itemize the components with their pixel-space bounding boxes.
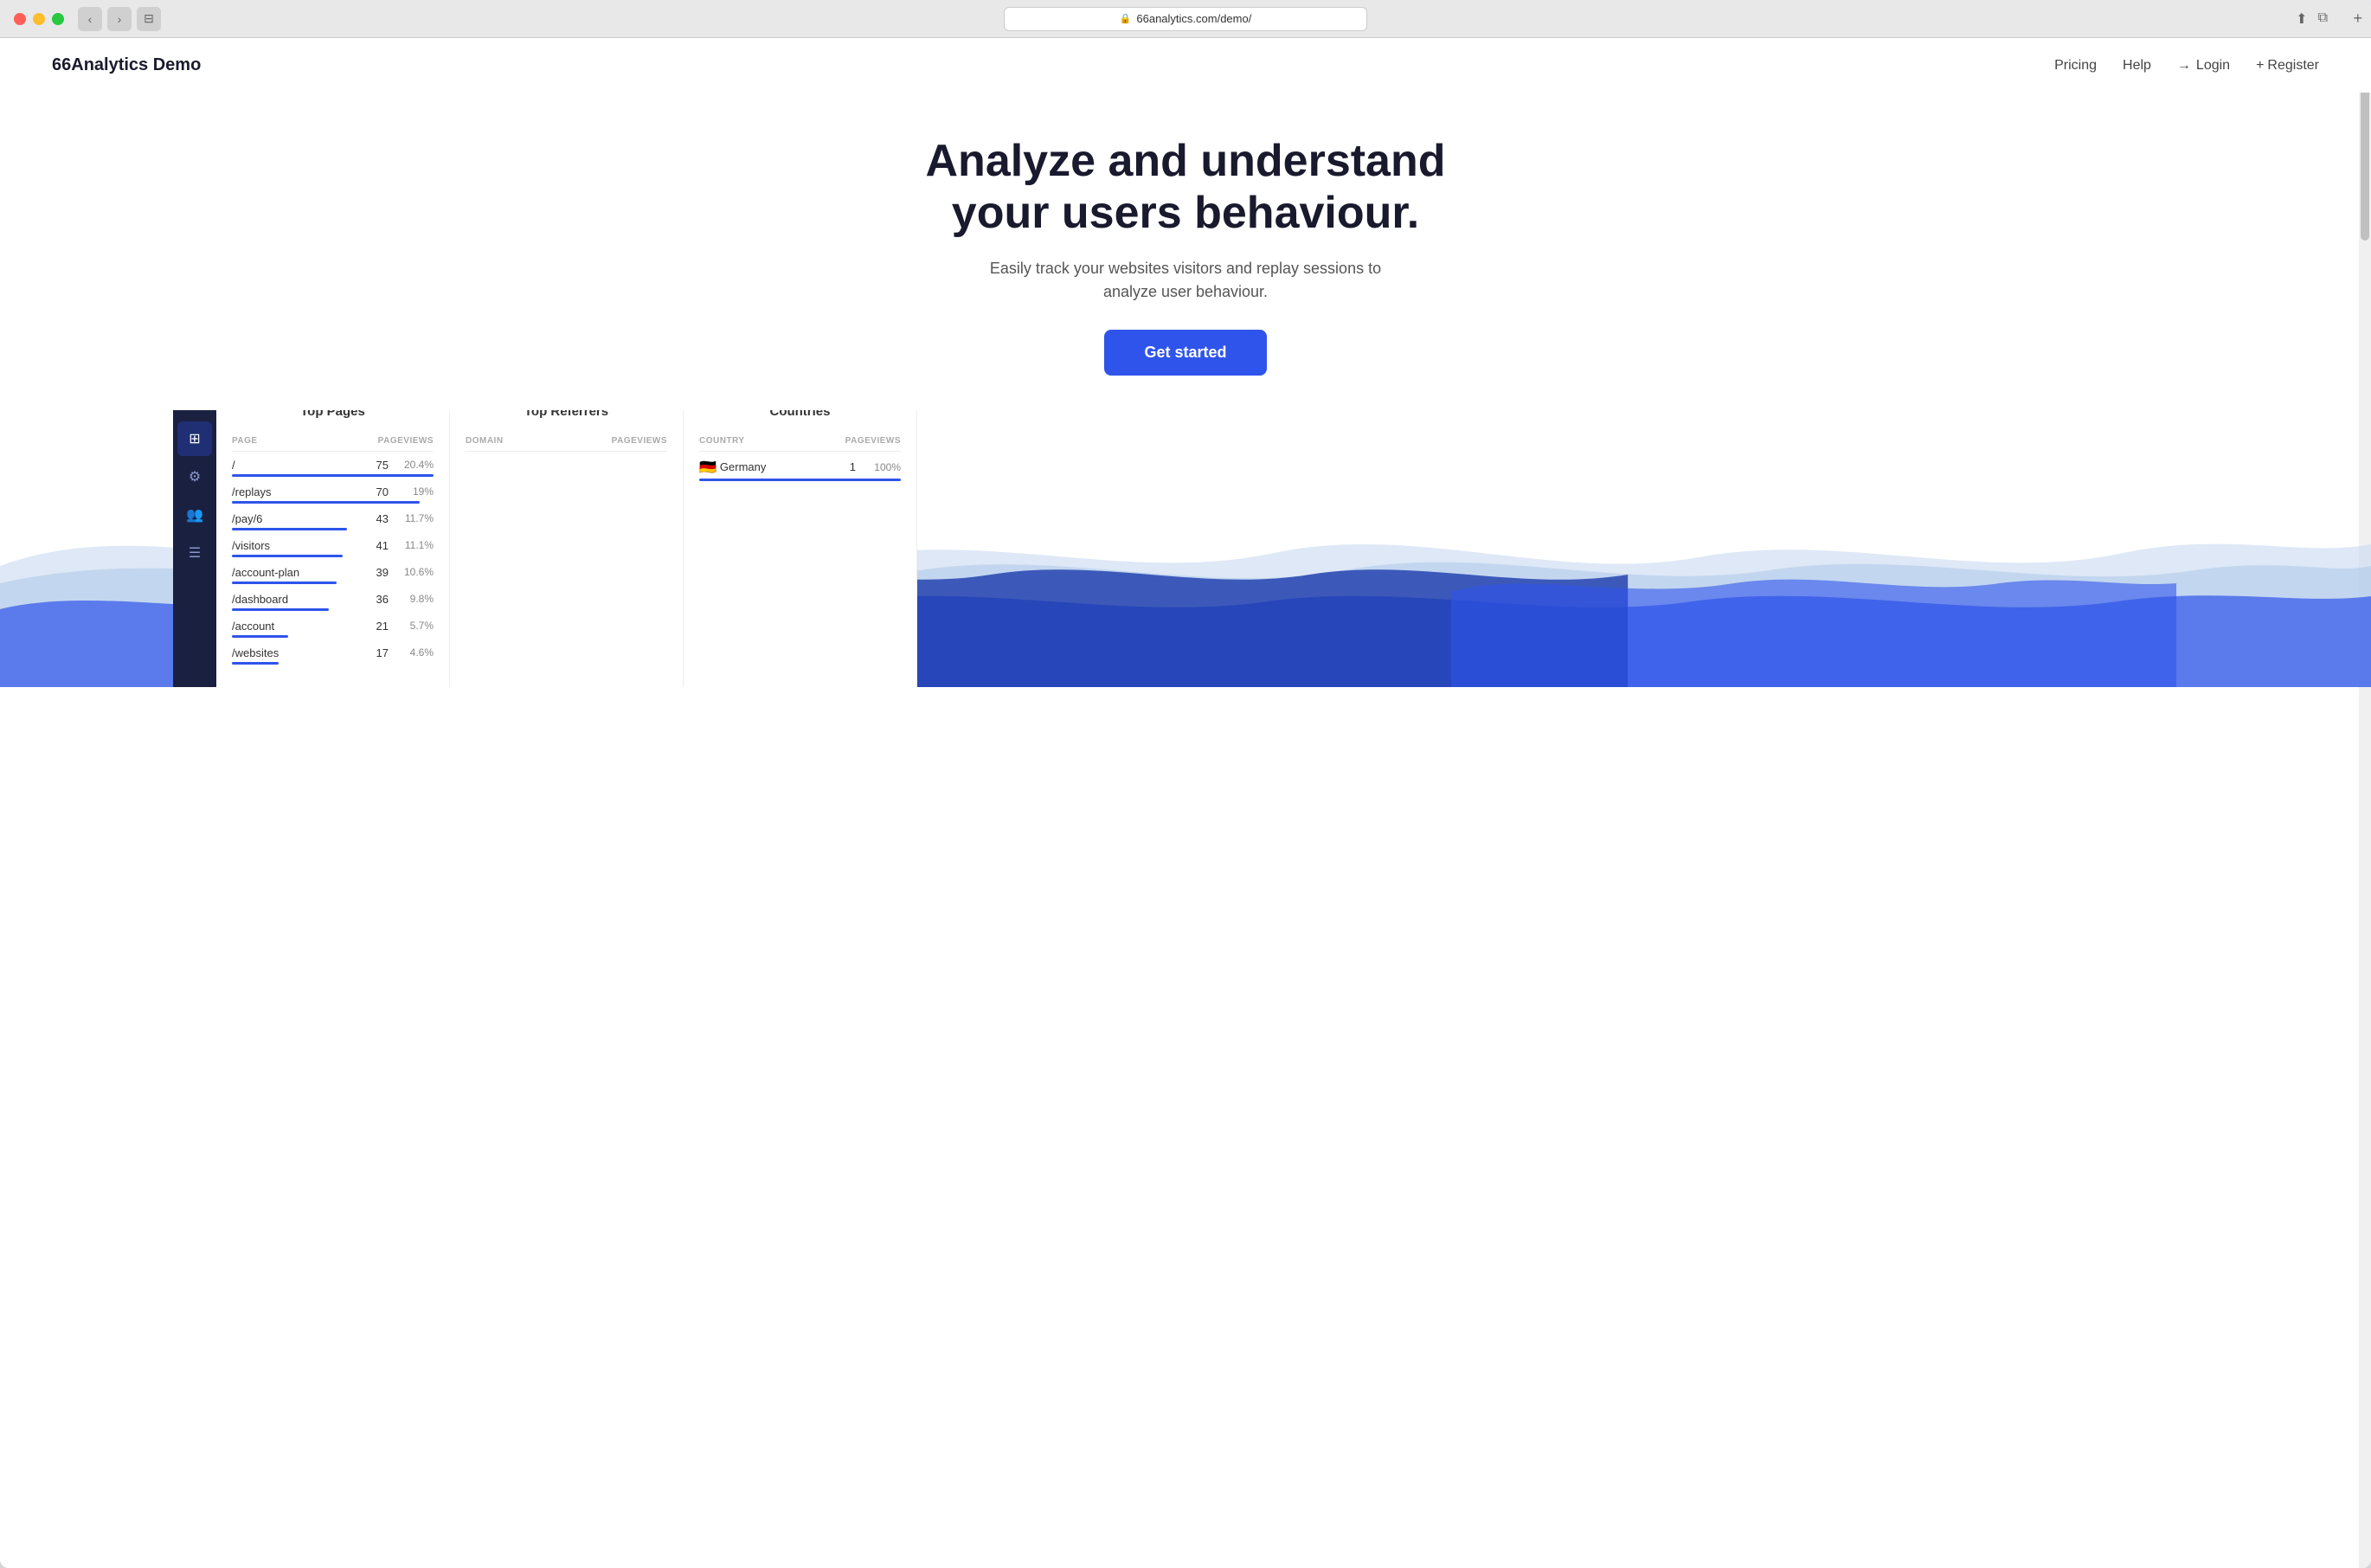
countries-title: Countries [769,410,830,419]
table-row: /dashboard369.8% [232,593,434,611]
nav-login[interactable]: → Login [2177,58,2230,74]
nav-register[interactable]: + Register [2256,58,2319,74]
nav-help[interactable]: Help [2123,58,2151,74]
sidebar-icon-grid[interactable]: ⊞ [177,421,212,456]
nav-pricing[interactable]: Pricing [2054,58,2097,74]
top-referrers-header: ↗ Top Referrers [466,410,667,419]
new-tab-button[interactable]: + [2353,10,2362,28]
url-text: 66analytics.com/demo/ [1136,12,1251,25]
site-header: 66Analytics Demo Pricing Help → Login + … [0,38,2371,93]
flag-icon: 🇩🇪 [699,459,716,476]
top-referrers-title: Top Referrers [524,410,608,419]
forward-button[interactable]: › [107,7,132,31]
col-pageviews-label: PAGEVIEWS [378,436,434,446]
mac-window: ‹ › ⊟ 🔒 66analytics.com/demo/ ⬆ ⧉ + 66An… [0,0,2371,1568]
register-label: Register [2267,58,2319,74]
sidebar-icon-settings[interactable]: ⚙ [177,459,212,494]
country-name: Germany [720,460,766,473]
table-row: /7520.4% [232,459,434,477]
tabs-button[interactable]: ⧉ [2318,10,2328,28]
share-button[interactable]: ⬆ [2296,10,2307,28]
minimize-button[interactable] [33,13,45,25]
hero-title: Analyze and understand your users behavi… [883,136,1488,240]
get-started-button[interactable]: Get started [1104,330,1266,376]
countries-header: 🌐 Countries [699,410,901,419]
close-button[interactable] [14,13,26,25]
col-country-label: COUNTRY [699,436,745,446]
dashboard-preview: 6 ⊞ ⚙ 👥 ☰ 📄 Top Pages PAGE PAGEVIEWS [173,410,917,687]
login-icon: → [2177,58,2191,74]
table-row: /visitors4111.1% [232,539,434,557]
site-nav: Pricing Help → Login + Register [2054,58,2319,74]
top-referrers-table-header: DOMAIN PAGEVIEWS [466,431,667,452]
site-logo[interactable]: 66Analytics Demo [52,55,201,75]
sidebar-icon-list[interactable]: ☰ [177,536,212,570]
top-pages-header: 📄 Top Pages [232,410,434,419]
nav-buttons: ‹ › ⊟ [78,7,161,31]
browser-action-buttons: ⬆ ⧉ [2296,10,2328,28]
window-controls [14,13,64,25]
back-button[interactable]: ‹ [78,7,102,31]
col-country-pageviews-label: PAGEVIEWS [845,436,901,446]
col-domain-label: DOMAIN [466,436,504,446]
hero-subtitle: Easily track your websites visitors and … [969,257,1402,304]
table-row: /pay/64311.7% [232,512,434,530]
table-row: /account215.7% [232,620,434,638]
top-pages-table-header: PAGE PAGEVIEWS [232,431,434,452]
sidebar-toggle-button[interactable]: ⊟ [137,7,161,31]
login-label: Login [2196,58,2230,74]
countries-panel: 🌐 Countries COUNTRY PAGEVIEWS 🇩🇪 Germany [684,410,917,687]
table-row: /websites174.6% [232,646,434,665]
top-referrers-panel: ↗ Top Referrers DOMAIN PAGEVIEWS [450,410,684,687]
lock-icon: 🔒 [1120,13,1132,24]
table-row: /replays7019% [232,485,434,504]
col-referrer-pageviews-label: PAGEVIEWS [612,436,667,446]
countries-table-header: COUNTRY PAGEVIEWS [699,431,901,452]
register-plus-icon: + [2256,58,2264,74]
top-pages-panel: 📄 Top Pages PAGE PAGEVIEWS /7520.4% /rep… [216,410,450,687]
table-row: 🇩🇪 Germany 1 100% [699,459,901,481]
sidebar: 6 ⊞ ⚙ 👥 ☰ [173,410,216,687]
sidebar-icon-users[interactable]: 👥 [177,498,212,532]
maximize-button[interactable] [52,13,64,25]
hero-section: Analyze and understand your users behavi… [0,93,2371,402]
titlebar: ‹ › ⊟ 🔒 66analytics.com/demo/ ⬆ ⧉ + [0,0,2371,38]
page-content: 66Analytics Demo Pricing Help → Login + … [0,38,2371,1568]
top-pages-title: Top Pages [300,410,365,419]
table-row: /account-plan3910.6% [232,566,434,584]
address-bar[interactable]: 🔒 66analytics.com/demo/ [1004,7,1367,31]
wave-area: 6 ⊞ ⚙ 👥 ☰ 📄 Top Pages PAGE PAGEVIEWS [0,410,2371,687]
col-page-label: PAGE [232,436,258,446]
